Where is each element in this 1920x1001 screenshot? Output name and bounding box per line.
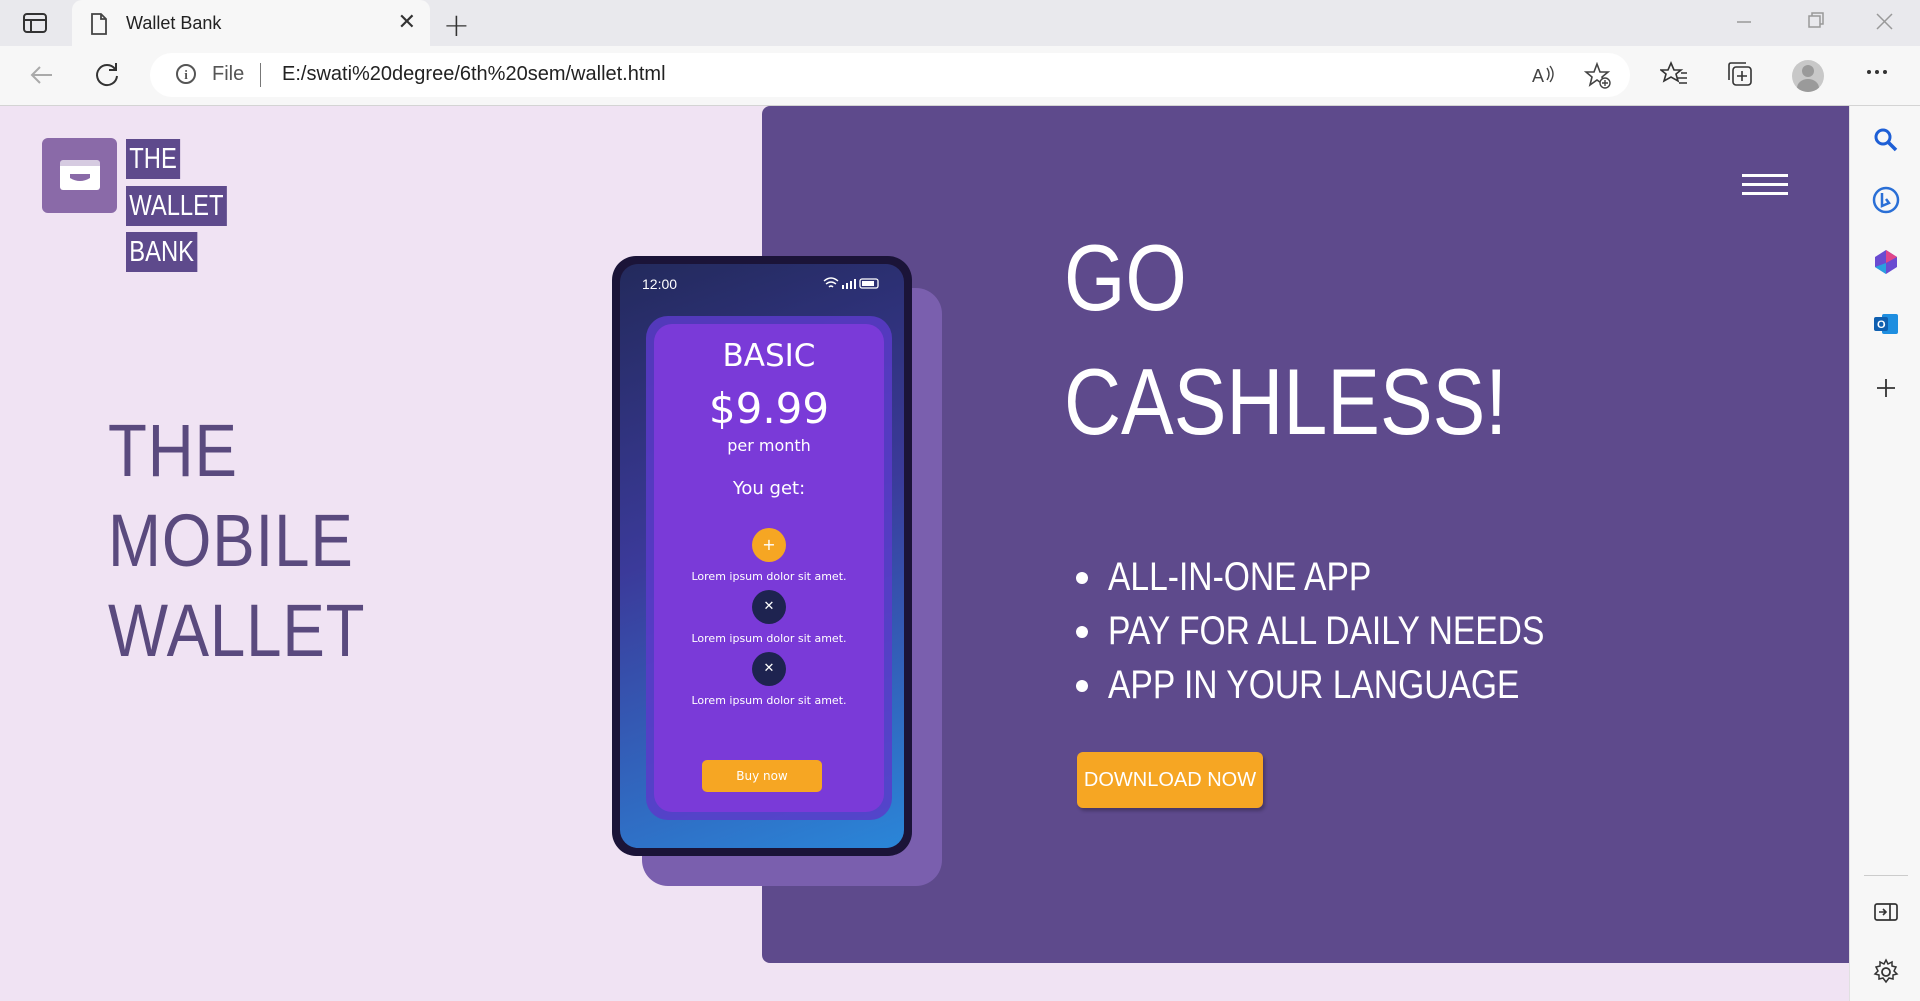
status-time: 12:00: [642, 276, 678, 292]
site-info-icon[interactable]: i: [176, 64, 196, 84]
download-now-button[interactable]: DOWNLOAD NOW: [1077, 752, 1263, 808]
bullet-text: PAY FOR ALL DAILY NEEDS: [1108, 609, 1545, 653]
search-icon[interactable]: [1872, 126, 1900, 154]
outlook-icon[interactable]: O: [1872, 310, 1900, 338]
settings-gear-icon[interactable]: [1872, 958, 1900, 986]
mobile-wallet-title: THE MOBILE WALLET: [108, 406, 407, 676]
plan-card: BASIC $9.99 per month You get: + Lorem i…: [654, 324, 884, 812]
logo-word-the: THE: [126, 139, 181, 179]
phone-mockup: 12:00 BASIC $9.99 per month You get: + L…: [612, 256, 912, 856]
add-sidebar-app-icon[interactable]: [1872, 374, 1900, 402]
tab-close-icon[interactable]: ✕: [398, 10, 416, 35]
bullet-text: ALL-IN-ONE APP: [1108, 555, 1372, 599]
tab-actions-icon[interactable]: [22, 12, 48, 34]
feature-text: Lorem ipsum dolor sit amet.: [691, 694, 847, 707]
page-content: THE WALLET BANK THE MOBILE WALLET 12:00 …: [0, 106, 1849, 1001]
x-icon: ✕: [752, 652, 786, 686]
wallet-logo-icon[interactable]: [42, 138, 117, 213]
more-menu-icon[interactable]: [1864, 54, 1892, 89]
logo-word-bank: BANK: [126, 232, 198, 272]
bullet-item: ALL-IN-ONE APP: [1070, 550, 1627, 604]
phone-screen: 12:00 BASIC $9.99 per month You get: + L…: [620, 264, 904, 848]
headline-line: CASHLESS!: [1064, 349, 1508, 454]
browser-tab-bar: Wallet Bank ✕ +: [0, 0, 1920, 47]
title-line: WALLET: [108, 589, 366, 672]
address-bar[interactable]: i File E:/swati%20degree/6th%20sem/walle…: [150, 53, 1630, 97]
window-close-icon[interactable]: [1876, 10, 1894, 35]
feature-bullet-list: ALL-IN-ONE APP PAY FOR ALL DAILY NEEDS A…: [1070, 550, 1627, 712]
address-separator: [260, 63, 261, 87]
read-aloud-icon[interactable]: A: [1530, 62, 1556, 94]
status-icons: [822, 276, 882, 293]
browser-tab[interactable]: Wallet Bank ✕: [72, 0, 430, 47]
tab-title: Wallet Bank: [126, 13, 222, 33]
new-tab-button[interactable]: +: [443, 6, 470, 44]
restore-icon[interactable]: [1808, 10, 1824, 35]
go-cashless-headline: GO CASHLESS!: [1064, 216, 1592, 464]
headline-line: GO: [1064, 225, 1187, 330]
logo-word-wallet: WALLET: [126, 186, 227, 226]
bullet-text: APP IN YOUR LANGUAGE: [1108, 663, 1520, 707]
plus-icon: +: [752, 528, 786, 562]
favorites-icon[interactable]: [1658, 60, 1688, 94]
page-icon: [90, 13, 108, 39]
plan-price: $9.99: [708, 384, 830, 433]
hamburger-menu-icon[interactable]: [1742, 174, 1788, 196]
bullet-item: PAY FOR ALL DAILY NEEDS: [1070, 604, 1627, 658]
bullet-item: APP IN YOUR LANGUAGE: [1070, 658, 1627, 712]
back-icon[interactable]: [26, 60, 56, 90]
sidebar-divider: [1864, 875, 1908, 876]
svg-text:A: A: [1532, 66, 1544, 86]
feature-text: Lorem ipsum dolor sit amet.: [691, 570, 847, 583]
minimize-icon[interactable]: [1737, 10, 1753, 35]
browser-toolbar: i File E:/swati%20degree/6th%20sem/walle…: [0, 46, 1920, 106]
edge-sidebar: O: [1849, 106, 1920, 1001]
address-url[interactable]: E:/swati%20degree/6th%20sem/wallet.html: [282, 63, 666, 86]
bing-chat-icon[interactable]: [1872, 186, 1900, 214]
plan-period: per month: [727, 436, 811, 455]
collections-icon[interactable]: [1726, 60, 1754, 94]
title-line: THE: [108, 409, 238, 492]
profile-avatar[interactable]: [1792, 60, 1824, 92]
address-scheme: File: [212, 63, 245, 85]
you-get-label: You get:: [732, 478, 806, 499]
refresh-icon[interactable]: [92, 60, 122, 90]
microsoft-365-icon[interactable]: [1872, 248, 1900, 276]
feature-text: Lorem ipsum dolor sit amet.: [691, 632, 847, 645]
buy-now-button[interactable]: Buy now: [702, 760, 822, 792]
title-line: MOBILE: [108, 499, 354, 582]
add-favorite-icon[interactable]: [1583, 61, 1612, 96]
svg-text:O: O: [1877, 319, 1886, 331]
x-icon: ✕: [752, 590, 786, 624]
plan-name: BASIC: [722, 338, 816, 374]
hide-sidebar-icon[interactable]: [1872, 898, 1900, 926]
